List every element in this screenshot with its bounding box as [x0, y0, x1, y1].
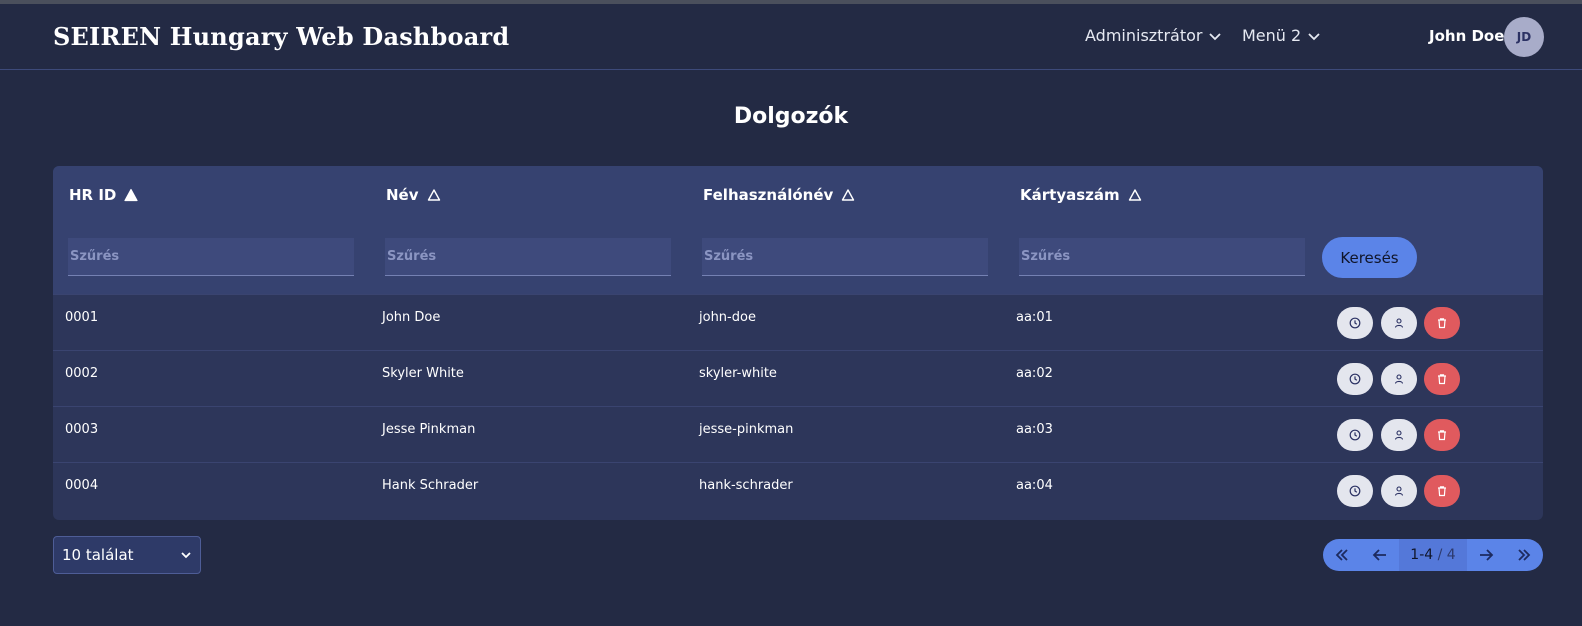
clock-icon [1349, 317, 1361, 329]
page-total: 4 [1446, 547, 1456, 563]
delete-button[interactable] [1424, 419, 1460, 451]
history-button[interactable] [1337, 307, 1373, 339]
trash-icon [1438, 486, 1446, 497]
page-size-value: 10 találat [62, 546, 134, 564]
cell-username: john-doe [699, 310, 756, 325]
last-page-button[interactable] [1505, 539, 1543, 571]
search-button[interactable]: Keresés [1322, 237, 1417, 278]
delete-button[interactable] [1424, 307, 1460, 339]
page-size-select[interactable]: 10 találat [53, 536, 201, 574]
arrow-left-icon [1372, 549, 1386, 561]
cell-hr-id: 0003 [65, 422, 99, 437]
top-navbar: SEIREN Hungary Web Dashboard Adminisztrá… [0, 4, 1582, 70]
chevron-down-icon [181, 552, 191, 559]
user-icon [1394, 318, 1404, 328]
pagination: 1-4 / 4 [1323, 539, 1543, 571]
chevron-down-icon [1308, 32, 1320, 40]
chevron-down-icon [1209, 32, 1222, 40]
page-title: Dolgozók [733, 104, 849, 129]
next-page-button[interactable] [1467, 539, 1505, 571]
history-button[interactable] [1337, 363, 1373, 395]
cell-card-number: aa:04 [1016, 478, 1053, 493]
table-row: 0003 Jesse Pinkman jesse-pinkman aa:03 [53, 406, 1543, 462]
arrow-right-icon [1480, 549, 1494, 561]
profile-button[interactable] [1381, 419, 1417, 451]
filter-hr-id-input[interactable] [68, 238, 354, 276]
column-header-label: HR ID [69, 186, 117, 204]
nav-menu-2-label: Menü 2 [1242, 26, 1302, 45]
history-button[interactable] [1337, 419, 1373, 451]
profile-button[interactable] [1381, 475, 1417, 507]
cell-name: Hank Schrader [382, 478, 479, 493]
page-separator: / [1437, 547, 1443, 563]
user-icon [1394, 430, 1404, 440]
cell-username: jesse-pinkman [699, 422, 794, 437]
profile-button[interactable] [1381, 363, 1417, 395]
column-header-label: Név [386, 186, 419, 204]
cell-name: Jesse Pinkman [382, 422, 476, 437]
clock-icon [1349, 429, 1361, 441]
clock-icon [1349, 373, 1361, 385]
cell-hr-id: 0004 [65, 478, 99, 493]
cell-name: Skyler White [382, 366, 464, 381]
filter-name-input[interactable] [385, 238, 671, 276]
cell-card-number: aa:02 [1016, 366, 1053, 381]
delete-button[interactable] [1424, 475, 1460, 507]
table-row: 0004 Hank Schrader hank-schrader aa:04 [53, 462, 1543, 518]
table-header: HR ID Név Felhasználónév Kártyaszám Kere… [53, 166, 1543, 294]
cell-card-number: aa:01 [1016, 310, 1053, 325]
column-header-username[interactable]: Felhasználónév [703, 186, 855, 204]
double-chevron-right-icon [1518, 549, 1531, 561]
cell-hr-id: 0001 [65, 310, 99, 325]
table-row: 0001 John Doe john-doe aa:01 [53, 294, 1543, 350]
employees-table: HR ID Név Felhasználónév Kártyaszám Kere… [53, 166, 1543, 520]
column-header-label: Felhasználónév [703, 186, 834, 204]
column-header-label: Kártyaszám [1020, 186, 1120, 204]
column-header-card-number[interactable]: Kártyaszám [1020, 186, 1142, 204]
history-button[interactable] [1337, 475, 1373, 507]
cell-hr-id: 0002 [65, 366, 99, 381]
nav-menu-2[interactable]: Menü 2 [1242, 26, 1321, 45]
sort-icon [427, 189, 440, 201]
filter-username-input[interactable] [702, 238, 988, 276]
column-header-name[interactable]: Név [386, 186, 441, 204]
cell-username: skyler-white [699, 366, 777, 381]
sort-ascending-icon [124, 188, 138, 202]
column-header-hr-id[interactable]: HR ID [69, 186, 138, 204]
filter-card-number-input[interactable] [1019, 238, 1305, 276]
sort-icon [1128, 189, 1141, 201]
table-row: 0002 Skyler White skyler-white aa:02 [53, 350, 1543, 406]
previous-page-button[interactable] [1361, 539, 1399, 571]
avatar[interactable]: JD [1504, 17, 1544, 57]
profile-button[interactable] [1381, 307, 1417, 339]
app-title[interactable]: SEIREN Hungary Web Dashboard [53, 22, 509, 51]
trash-icon [1438, 374, 1446, 385]
double-chevron-left-icon [1335, 549, 1348, 561]
delete-button[interactable] [1424, 363, 1460, 395]
page-range: 1-4 [1410, 547, 1434, 563]
sort-icon [842, 189, 855, 201]
trash-icon [1438, 318, 1446, 329]
cell-card-number: aa:03 [1016, 422, 1053, 437]
user-icon [1394, 486, 1404, 496]
user-name[interactable]: John Doe [1429, 27, 1504, 45]
cell-name: John Doe [382, 310, 441, 325]
trash-icon [1438, 430, 1446, 441]
nav-menu-admin-label: Adminisztrátor [1085, 26, 1203, 45]
first-page-button[interactable] [1323, 539, 1361, 571]
nav-menu-admin[interactable]: Adminisztrátor [1085, 26, 1222, 45]
clock-icon [1349, 485, 1361, 497]
page-indicator: 1-4 / 4 [1399, 539, 1467, 571]
cell-username: hank-schrader [699, 478, 793, 493]
user-icon [1394, 374, 1404, 384]
